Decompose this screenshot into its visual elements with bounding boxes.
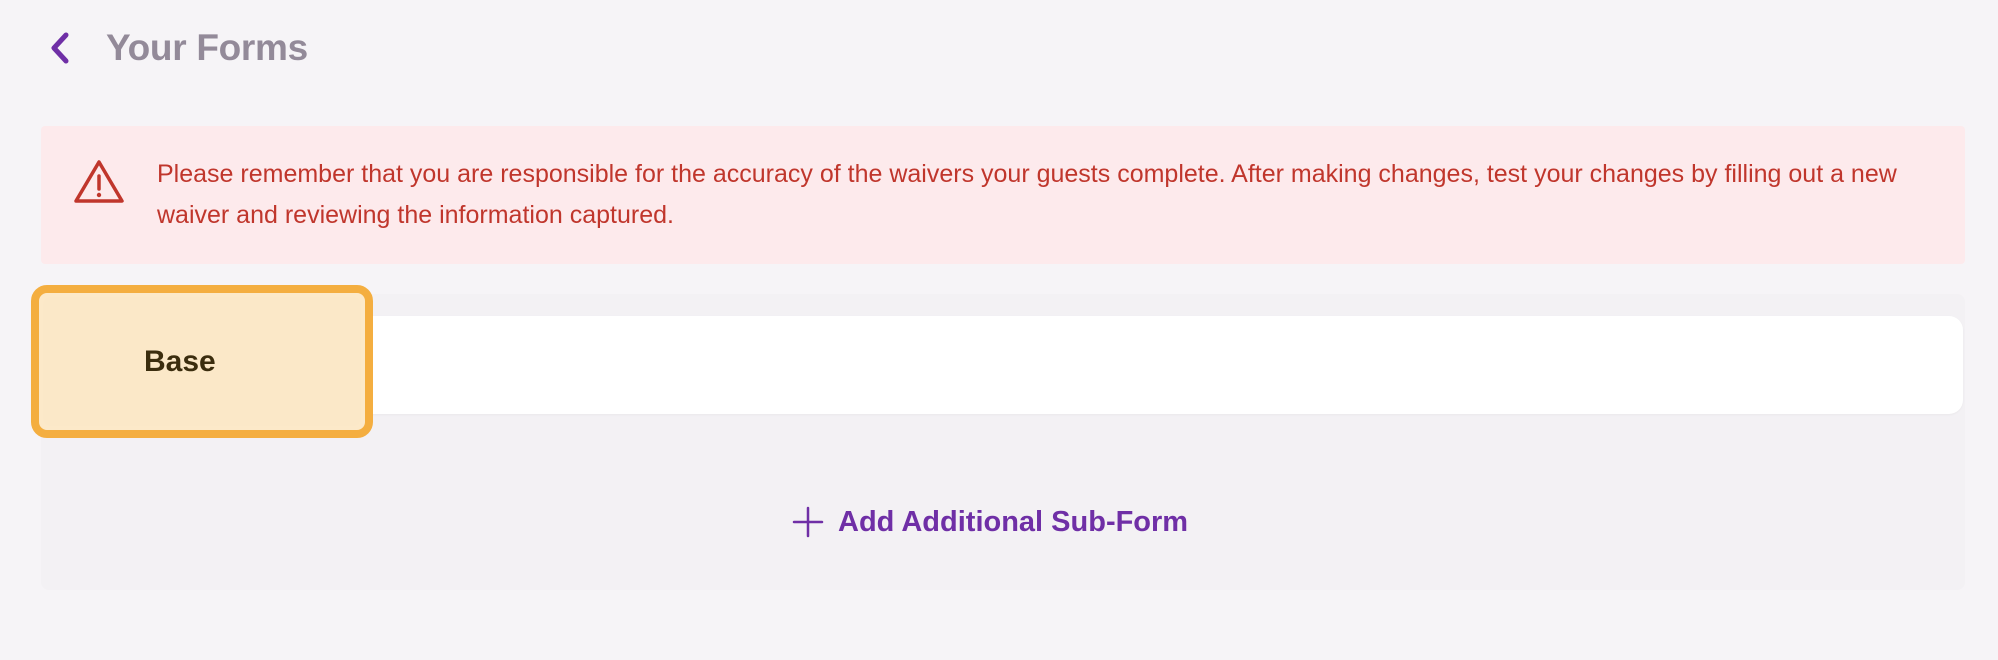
tab-base-inner: Base (43, 297, 361, 426)
chevron-left-icon (51, 32, 69, 64)
alert-message: Please remember that you are responsible… (157, 160, 1897, 229)
page-header: Your Forms (40, 20, 308, 76)
tab-label: Base (144, 344, 216, 378)
back-button[interactable] (40, 20, 80, 76)
warning-alert: Please remember that you are responsible… (41, 126, 1965, 264)
add-subform-label: Add Additional Sub-Form (838, 505, 1189, 538)
page-title: Your Forms (106, 27, 308, 68)
add-subform-button[interactable]: Add Additional Sub-Form (792, 498, 1188, 546)
plus-icon (792, 506, 824, 538)
tab-base[interactable]: Base (31, 285, 373, 438)
warning-triangle-icon (74, 160, 124, 203)
